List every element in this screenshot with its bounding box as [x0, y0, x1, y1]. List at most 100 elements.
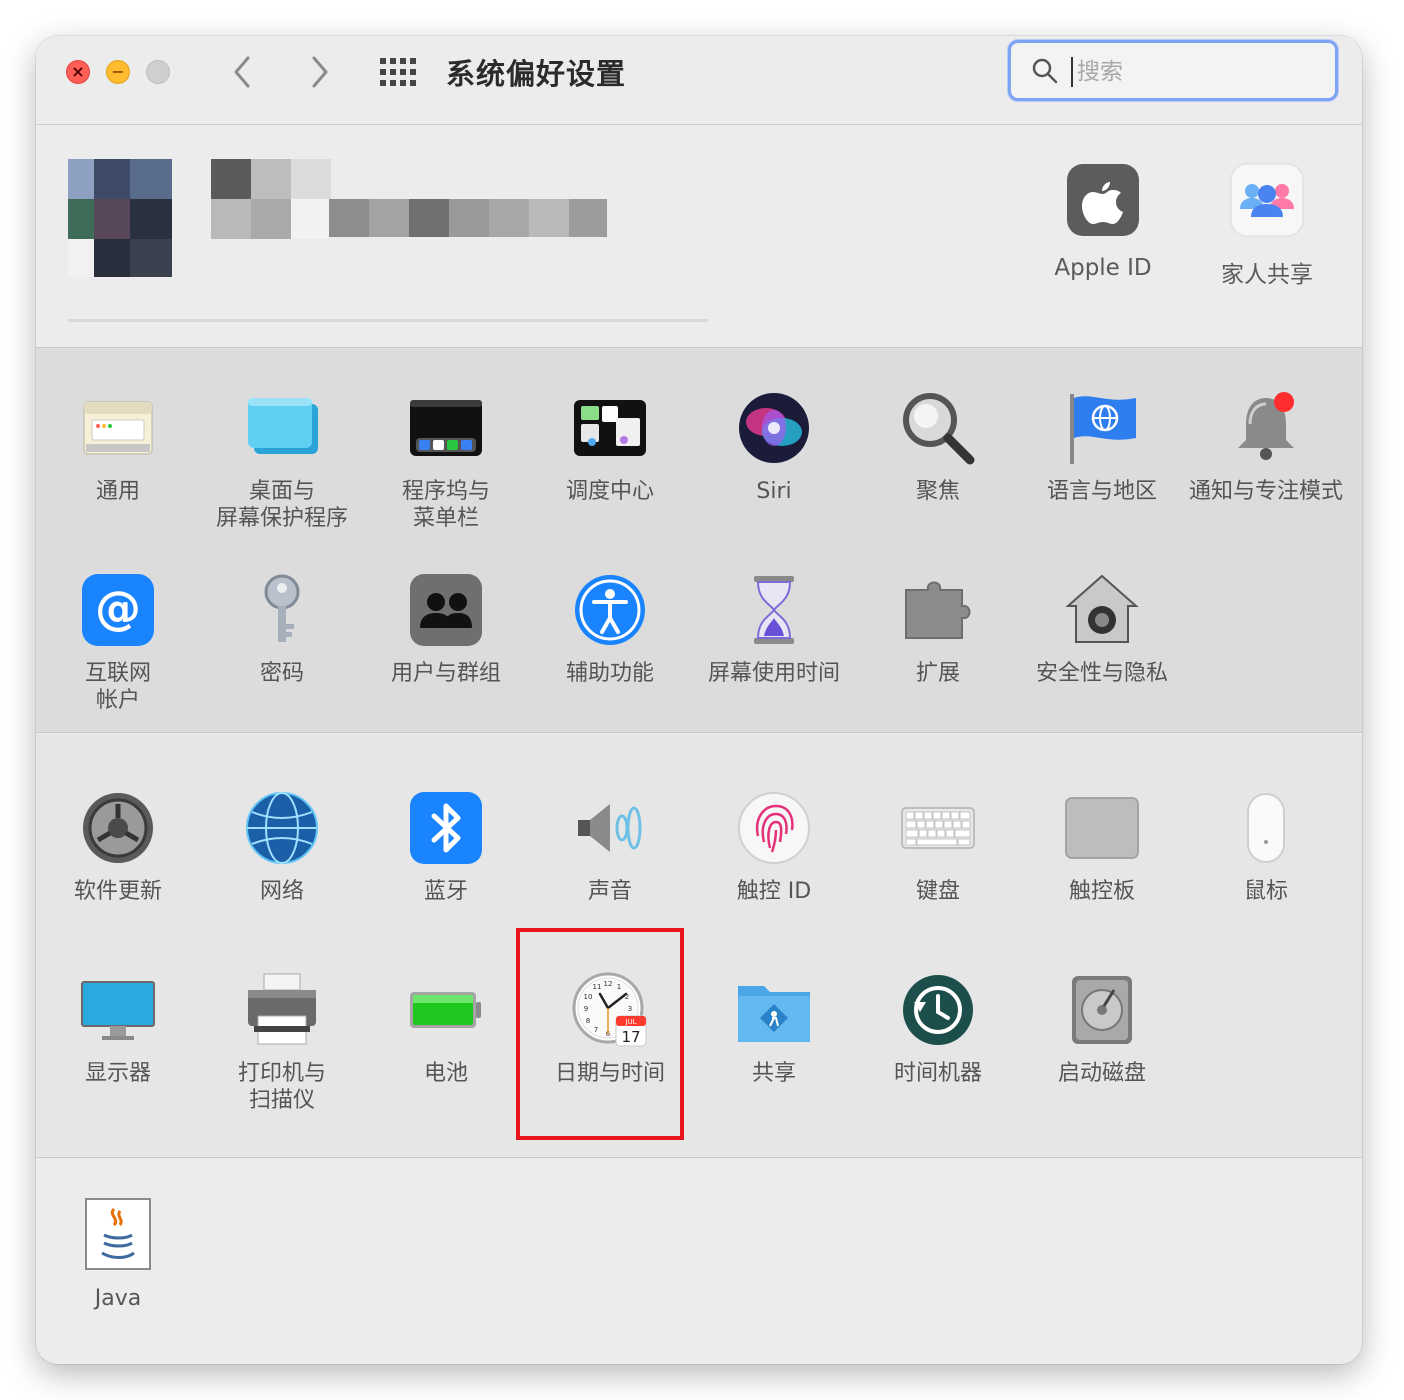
extensions-icon [905, 581, 971, 639]
touch-id-icon [738, 792, 810, 864]
pane-accessibility[interactable]: 辅助功能 [528, 572, 692, 687]
pane-label: 时间机器 [893, 1061, 982, 1086]
title-bar: × − 系统偏好设置 [36, 36, 1362, 125]
pane-label: 屏幕使用时间 [707, 661, 840, 686]
pane-siri[interactable]: Siri [692, 390, 856, 505]
show-all-grid-icon[interactable] [378, 56, 418, 88]
pane-label: 蓝牙 [423, 879, 468, 904]
spotlight-icon [903, 393, 975, 465]
minimize-icon: − [111, 62, 125, 81]
time-machine-icon [903, 975, 973, 1045]
family-sharing-icon [1230, 163, 1304, 237]
software-update-icon [83, 793, 153, 863]
pane-label: 显示器 [84, 1061, 151, 1086]
pane-sound[interactable]: 声音 [528, 790, 692, 905]
pane-label: 共享 [751, 1061, 796, 1086]
forward-chevron-icon[interactable] [298, 52, 338, 92]
pane-label: 声音 [587, 879, 632, 904]
general-icon [83, 401, 153, 455]
pane-security-privacy[interactable]: 安全性与隐私 [1020, 572, 1184, 687]
hardware-panes-section: 软件更新 网络 蓝牙 声音 触控 ID 键盘 触控板 鼠标 显示器 打印机与 扫… [36, 734, 1362, 1158]
pane-software-update[interactable]: 软件更新 [36, 790, 200, 905]
pane-screen-time[interactable]: 屏幕使用时间 [692, 572, 856, 687]
dock-menubar-icon [410, 400, 482, 456]
pane-bluetooth[interactable]: 蓝牙 [364, 790, 528, 905]
close-icon: × [71, 62, 85, 81]
pane-label: 调度中心 [565, 479, 654, 504]
pane-mouse[interactable]: 鼠标 [1184, 790, 1348, 905]
pane-mission-control[interactable]: 调度中心 [528, 390, 692, 505]
minimize-button[interactable]: − [106, 60, 130, 84]
window-title: 系统偏好设置 [446, 57, 627, 91]
bluetooth-icon [410, 792, 482, 864]
pane-label: 扩展 [915, 661, 960, 686]
family-sharing-pane[interactable]: 家人共享 [1192, 163, 1342, 289]
security-privacy-icon [1065, 574, 1139, 643]
pane-label: 程序坞与 菜单栏 [401, 479, 490, 531]
pane-general[interactable]: 通用 [36, 390, 200, 505]
avatar[interactable] [68, 159, 172, 277]
notifications-icon [1238, 392, 1294, 460]
pane-passwords[interactable]: 密码 [200, 572, 364, 687]
pane-battery[interactable]: 电池 [364, 972, 528, 1087]
apple-id-label: Apple ID [1054, 255, 1152, 281]
pane-label: 网络 [259, 879, 304, 904]
pane-internet-accounts[interactable]: @ 互联网 帐户 [36, 572, 200, 714]
displays-icon [81, 981, 155, 1040]
users-groups-icon [410, 574, 482, 646]
pane-dock-menubar[interactable]: 程序坞与 菜单栏 [364, 390, 528, 532]
pane-label: 语言与地区 [1046, 479, 1157, 504]
pane-label: 聚焦 [915, 479, 960, 504]
pane-printers-scanners[interactable]: 打印机与 扫描仪 [200, 972, 364, 1114]
pane-language-region[interactable]: 语言与地区 [1020, 390, 1184, 505]
svg-text:@: @ [95, 581, 141, 635]
close-button[interactable]: × [66, 60, 90, 84]
pane-extensions[interactable]: 扩展 [856, 572, 1020, 687]
pane-notifications[interactable]: 通知与专注模式 [1184, 390, 1348, 505]
pane-label: 电池 [423, 1061, 468, 1086]
pane-sharing[interactable]: 共享 [692, 972, 856, 1087]
printers-scanners-icon [248, 973, 316, 1045]
sound-icon [578, 804, 642, 852]
search-input[interactable] [1075, 53, 1319, 91]
pane-label: 密码 [259, 661, 304, 686]
pane-label: 启动磁盘 [1057, 1061, 1146, 1086]
apple-id-pane[interactable]: Apple ID [1028, 163, 1178, 281]
other-panes-section: Java [36, 1159, 1362, 1364]
account-section: Apple ID 家人共享 [36, 125, 1362, 348]
apple-logo-icon [1067, 164, 1139, 236]
zoom-button[interactable] [146, 60, 170, 84]
pane-java[interactable]: Java [36, 1197, 200, 1312]
pane-label: 触控板 [1068, 879, 1135, 904]
pane-users-groups[interactable]: 用户与群组 [364, 572, 528, 687]
account-divider [68, 319, 708, 322]
pane-label: 通用 [95, 479, 140, 504]
search-field[interactable] [1008, 40, 1338, 101]
pane-label: 安全性与隐私 [1035, 661, 1168, 686]
pane-label: 鼠标 [1243, 879, 1288, 904]
sharing-icon [738, 986, 810, 1042]
pane-label: 打印机与 扫描仪 [237, 1061, 326, 1113]
pane-network[interactable]: 网络 [200, 790, 364, 905]
pane-label: 互联网 帐户 [84, 661, 151, 713]
pane-keyboard[interactable]: 键盘 [856, 790, 1020, 905]
personal-panes-section: 通用 桌面与 屏幕保护程序 程序坞与 菜单栏 调度中心 Siri 聚焦 语言与地… [36, 348, 1362, 733]
mouse-icon [1247, 793, 1285, 863]
battery-icon [410, 992, 481, 1028]
pane-touch-id[interactable]: 触控 ID [692, 790, 856, 905]
pane-label: 触控 ID [736, 879, 812, 904]
pane-trackpad[interactable]: 触控板 [1020, 790, 1184, 905]
java-icon [85, 1198, 151, 1270]
pane-label: Java [94, 1286, 142, 1311]
system-preferences-window: × − 系统偏好设置 搜索 Apple ID 家人共享 通用 桌面与 屏幕保护程… [36, 36, 1362, 1364]
back-chevron-icon[interactable] [224, 52, 264, 92]
language-region-icon [1070, 394, 1136, 464]
keyboard-icon [901, 807, 975, 849]
startup-disk-icon [1072, 976, 1132, 1044]
pane-displays[interactable]: 显示器 [36, 972, 200, 1087]
pane-label: 键盘 [915, 879, 960, 904]
pane-desktop-screensaver[interactable]: 桌面与 屏幕保护程序 [200, 390, 364, 532]
pane-spotlight[interactable]: 聚焦 [856, 390, 1020, 505]
pane-startup-disk[interactable]: 启动磁盘 [1020, 972, 1184, 1087]
pane-time-machine[interactable]: 时间机器 [856, 972, 1020, 1087]
